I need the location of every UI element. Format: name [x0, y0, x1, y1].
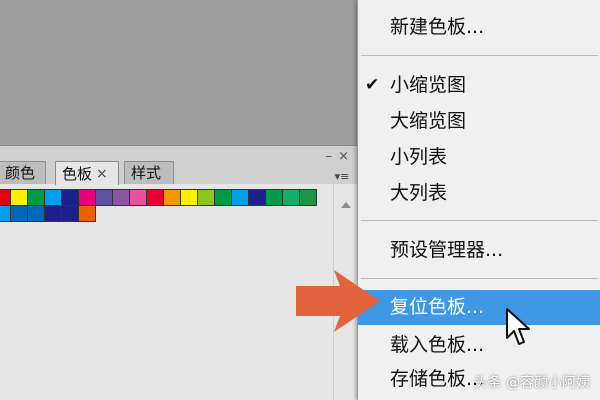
- color-swatch[interactable]: [27, 189, 45, 206]
- color-swatch[interactable]: [78, 205, 96, 222]
- panel-header: – × 颜色 色板 × 样式 ▾≡: [0, 146, 357, 185]
- menu-item-large-list[interactable]: 大列表: [358, 176, 600, 211]
- color-swatch[interactable]: [299, 189, 317, 206]
- menu-item-large-thumbnail[interactable]: 大缩览图: [358, 104, 600, 139]
- close-icon[interactable]: ×: [96, 163, 108, 185]
- color-swatch[interactable]: [129, 189, 147, 206]
- color-swatch[interactable]: [78, 189, 96, 206]
- menu-item-label: 小列表: [390, 146, 448, 168]
- menu-separator: [361, 220, 598, 221]
- color-swatch[interactable]: [44, 189, 62, 206]
- mouse-pointer-icon: [505, 307, 531, 347]
- swatch-grid: [0, 189, 317, 222]
- annotation-arrow-icon: [296, 270, 380, 332]
- menu-item-small-list[interactable]: 小列表: [358, 140, 600, 175]
- color-swatch[interactable]: [214, 189, 232, 206]
- color-swatch[interactable]: [61, 189, 79, 206]
- menu-item-label: 大缩览图: [390, 110, 467, 132]
- color-swatch[interactable]: [10, 189, 28, 206]
- swatches-panel-menu: 新建色板... ✔ 小缩览图 大缩览图 小列表 大列表 预设管理器... 复位色…: [357, 0, 600, 400]
- watermark: 头条 @容颜小阿姨: [473, 375, 590, 391]
- menu-item-label: 存储色板...: [390, 368, 485, 390]
- color-swatch[interactable]: [146, 189, 164, 206]
- tab-label: 样式: [131, 164, 162, 182]
- color-swatch[interactable]: [10, 205, 28, 222]
- close-icon[interactable]: ×: [338, 149, 349, 164]
- color-swatch[interactable]: [282, 189, 300, 206]
- menu-item-preset-manager[interactable]: 预设管理器...: [358, 233, 600, 268]
- color-swatch[interactable]: [248, 189, 266, 206]
- tab-color[interactable]: 颜色: [0, 161, 46, 184]
- color-swatch[interactable]: [112, 189, 130, 206]
- menu-item-label: 小缩览图: [390, 74, 467, 96]
- menu-item-label: 载入色板...: [390, 334, 485, 356]
- menu-item-load-swatches[interactable]: 载入色板...: [358, 328, 600, 363]
- color-swatch[interactable]: [95, 189, 113, 206]
- menu-separator: [361, 55, 598, 56]
- menu-item-label: 复位色板...: [390, 296, 485, 318]
- color-swatch[interactable]: [265, 189, 283, 206]
- minimize-icon[interactable]: –: [326, 149, 333, 164]
- color-swatch[interactable]: [61, 205, 79, 222]
- tab-swatches[interactable]: 色板 ×: [55, 161, 119, 185]
- menu-separator: [361, 278, 598, 279]
- panel-menu-icon[interactable]: ▾≡: [333, 170, 351, 183]
- menu-item-label: 大列表: [390, 182, 448, 204]
- menu-item-small-thumbnail[interactable]: ✔ 小缩览图: [358, 68, 600, 103]
- color-swatch[interactable]: [231, 189, 249, 206]
- menu-item-reset-swatches[interactable]: 复位色板...: [358, 290, 600, 325]
- tab-label: 颜色: [5, 164, 36, 182]
- panel-window-controls: – ×: [326, 148, 349, 164]
- tab-styles[interactable]: 样式: [124, 161, 174, 184]
- color-swatch[interactable]: [44, 205, 62, 222]
- check-icon: ✔: [365, 75, 380, 95]
- color-swatch[interactable]: [197, 189, 215, 206]
- color-swatch[interactable]: [180, 189, 198, 206]
- color-swatch[interactable]: [163, 189, 181, 206]
- menu-item-label: 新建色板...: [390, 16, 485, 38]
- menu-item-label: 预设管理器...: [390, 239, 504, 261]
- menu-item-new-swatch[interactable]: 新建色板...: [358, 10, 600, 45]
- color-swatch[interactable]: [27, 205, 45, 222]
- scroll-up-icon[interactable]: [341, 202, 351, 208]
- tab-label: 色板: [62, 164, 93, 183]
